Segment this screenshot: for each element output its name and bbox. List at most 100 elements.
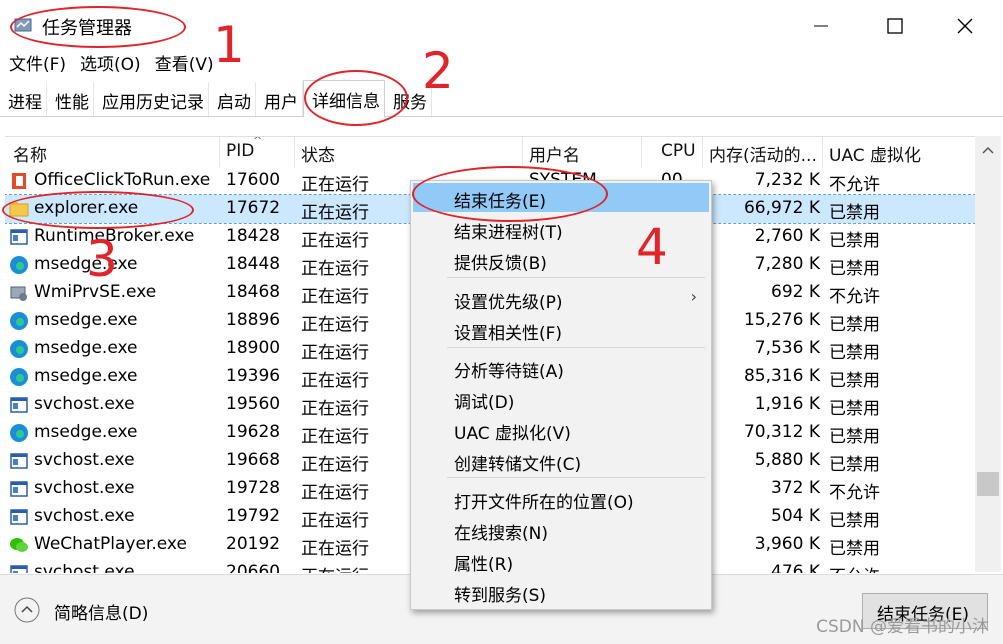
process-status: 正在运行 xyxy=(301,539,369,559)
process-memory: 66,972 K xyxy=(743,198,820,218)
process-pid: 20192 xyxy=(226,534,281,554)
process-uac: 不允许 xyxy=(829,562,880,573)
tab-performance[interactable]: 性能 xyxy=(47,82,94,116)
process-name: svchost.exe xyxy=(34,450,135,470)
menu-item-analyze-wait-chain[interactable]: 分析等待链(A) xyxy=(413,353,709,382)
menu-view[interactable]: 查看(V) xyxy=(155,50,214,76)
menu-item-set-affinity[interactable]: 设置相关性(F) xyxy=(413,315,709,344)
col-status[interactable]: 状态 xyxy=(301,141,335,167)
menu-item-label: 属性(R) xyxy=(454,555,514,575)
close-icon xyxy=(957,18,973,34)
annotation-1: 1 xyxy=(213,16,245,74)
process-status: 正在运行 xyxy=(301,511,369,531)
window-icon xyxy=(9,479,29,499)
chevron-up-circle-icon xyxy=(14,597,40,623)
process-name: msedge.exe xyxy=(34,422,138,442)
process-status: 正在运行 xyxy=(301,203,369,223)
process-name: OfficeClickToRun.exe xyxy=(34,170,211,190)
process-pid: 18468 xyxy=(226,282,281,302)
process-memory: 70,312 K xyxy=(743,422,820,442)
process-uac: 已禁用 xyxy=(829,455,880,475)
sort-arrow-icon: ^ xyxy=(253,136,263,147)
menu-item-label: 设置优先级(P) xyxy=(454,293,563,313)
process-uac: 已禁用 xyxy=(829,511,880,531)
menu-separator xyxy=(447,477,705,478)
process-name: svchost.exe xyxy=(34,394,135,414)
tab-app-history[interactable]: 应用历史记录 xyxy=(94,82,209,116)
menu-file[interactable]: 文件(F) xyxy=(9,50,66,76)
menu-separator xyxy=(447,277,705,278)
process-uac: 已禁用 xyxy=(829,539,880,559)
process-memory: 7,232 K xyxy=(754,170,820,190)
process-name: svchost.exe xyxy=(34,506,135,526)
edge-icon xyxy=(9,339,29,359)
process-memory: 15,276 K xyxy=(743,310,820,330)
menu-item-uac-virtualization[interactable]: UAC 虚拟化(V) xyxy=(413,415,709,444)
process-memory: 504 K xyxy=(771,506,820,526)
window-icon xyxy=(9,227,29,247)
process-status: 正在运行 xyxy=(301,287,369,307)
menu-item-set-priority[interactable]: 设置优先级(P) › xyxy=(413,284,709,313)
close-button[interactable] xyxy=(942,8,988,44)
annotation-ellipse-title xyxy=(10,6,186,48)
col-cpu[interactable]: CPU xyxy=(661,141,696,167)
menu-item-properties[interactable]: 属性(R) xyxy=(413,546,709,575)
chevron-right-icon: › xyxy=(690,287,697,306)
menu-bar: 文件(F) 选项(O) 查看(V) xyxy=(0,50,214,76)
process-memory: 85,316 K xyxy=(743,366,820,386)
scroll-thumb[interactable] xyxy=(977,472,999,496)
process-name: msedge.exe xyxy=(34,338,138,358)
menu-item-open-file-location[interactable]: 打开文件所在的位置(O) xyxy=(413,484,709,513)
process-uac: 已禁用 xyxy=(829,259,880,279)
process-pid: 18896 xyxy=(226,310,281,330)
menu-item-label: 打开文件所在的位置(O) xyxy=(454,493,634,513)
process-pid: 19396 xyxy=(226,366,281,386)
process-memory: 372 K xyxy=(771,478,820,498)
process-pid: 19728 xyxy=(226,478,281,498)
process-status: 正在运行 xyxy=(301,399,369,419)
watermark: CSDN @爱看书的小沐 xyxy=(816,617,989,637)
menu-item-go-to-services[interactable]: 转到服务(S) xyxy=(413,577,709,606)
menu-item-label: 转到服务(S) xyxy=(454,586,547,606)
process-pid: 20660 xyxy=(226,562,281,573)
menu-options[interactable]: 选项(O) xyxy=(80,50,141,76)
annotation-ellipse-row xyxy=(2,191,194,229)
process-name: msedge.exe xyxy=(34,310,138,330)
process-name: svchost.exe xyxy=(34,562,135,573)
col-name[interactable]: 名称 xyxy=(13,141,47,167)
process-memory: 5,880 K xyxy=(754,450,820,470)
annotation-2: 2 xyxy=(422,42,454,100)
process-uac: 已禁用 xyxy=(829,427,880,447)
menu-item-debug[interactable]: 调试(D) xyxy=(413,384,709,413)
menu-item-create-dump-file[interactable]: 创建转储文件(C) xyxy=(413,446,709,475)
menu-item-label: 调试(D) xyxy=(454,393,515,413)
scroll-up-icon[interactable] xyxy=(982,146,994,154)
maximize-button[interactable] xyxy=(872,8,918,44)
menu-item-label: 创建转储文件(C) xyxy=(454,455,582,475)
process-status: 正在运行 xyxy=(301,455,369,475)
maximize-icon xyxy=(887,18,903,34)
process-status: 正在运行 xyxy=(301,562,369,573)
vertical-scrollbar[interactable] xyxy=(975,136,1001,572)
process-uac: 已禁用 xyxy=(829,371,880,391)
col-username[interactable]: 用户名 xyxy=(529,141,580,167)
process-pid: 17600 xyxy=(226,170,281,190)
menu-item-label: UAC 虚拟化(V) xyxy=(454,424,571,444)
process-uac: 不允许 xyxy=(829,483,880,503)
col-uac[interactable]: UAC 虚拟化 xyxy=(829,141,921,167)
process-pid: 18448 xyxy=(226,254,281,274)
tab-processes[interactable]: 进程 xyxy=(0,82,47,116)
menu-item-search-online[interactable]: 在线搜索(N) xyxy=(413,515,709,544)
menu-item-label: 设置相关性(F) xyxy=(454,324,563,344)
edge-icon xyxy=(9,367,29,387)
col-pid[interactable]: PID xyxy=(226,141,254,167)
process-uac: 已禁用 xyxy=(829,203,880,223)
col-memory[interactable]: 内存(活动的... xyxy=(709,141,817,167)
process-pid: 19560 xyxy=(226,394,281,414)
tab-users[interactable]: 用户 xyxy=(256,82,303,116)
annotation-ellipse-menu xyxy=(412,166,608,222)
minimize-button[interactable] xyxy=(798,8,844,44)
process-memory: 7,280 K xyxy=(754,254,820,274)
process-pid: 18900 xyxy=(226,338,281,358)
tab-startup[interactable]: 启动 xyxy=(209,82,256,116)
